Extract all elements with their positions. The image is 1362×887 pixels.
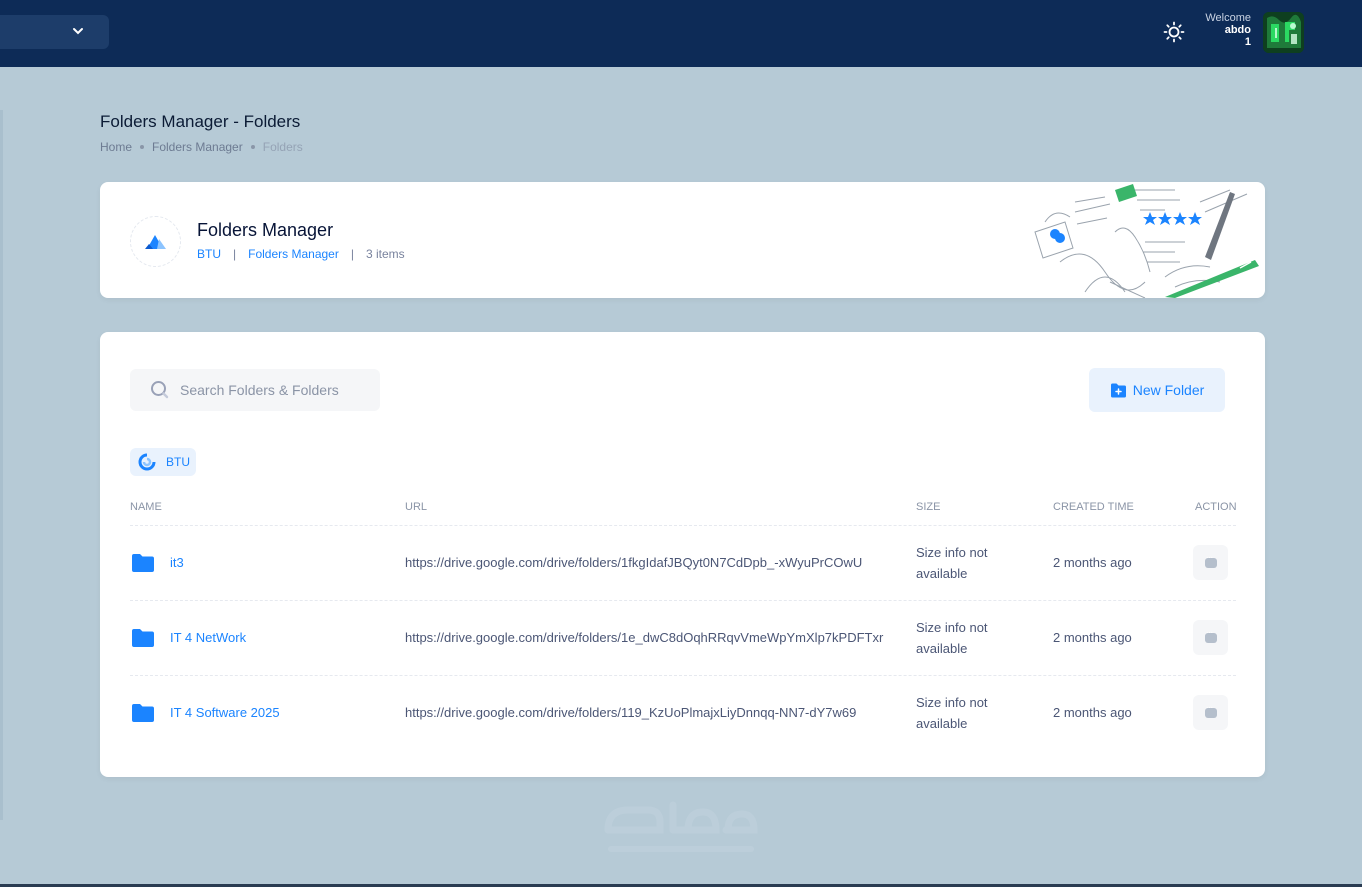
avatar[interactable] [1263,12,1304,53]
folder-size: Size info not available [916,545,988,581]
row-actions-button[interactable] [1193,695,1228,730]
folder-name-link[interactable]: IT 4 Software 2025 [170,705,280,720]
user-suffix: 1 [1244,36,1251,48]
meta-separator: | [350,247,354,261]
col-url[interactable]: URL [405,501,427,513]
hero-title: Folders Manager [197,220,334,240]
folder-icon [132,704,154,722]
watermark-logo [604,801,758,852]
chevron-down-icon [73,28,83,35]
table-row: it3 https://drive.google.com/drive/folde… [130,526,1236,601]
filter-chip-btu[interactable]: BTU [130,448,196,476]
breadcrumb-separator [250,145,255,149]
col-name[interactable]: Name [130,501,162,513]
top-navbar: Welcome abdo 1 [0,0,1362,67]
breadcrumb-folders-manager[interactable]: Folders Manager [152,140,243,154]
row-actions-button[interactable] [1193,545,1228,580]
header-illustration [1034,184,1259,298]
more-icon [1204,552,1217,568]
drive-icon [138,453,156,471]
folder-created-time: 2 months ago [1053,705,1132,720]
breadcrumb-home[interactable]: Home [100,140,132,154]
user-greeting: Welcome abdo 1 [1205,12,1251,48]
hero-meta: BTU | Folders Manager | 3 items [197,247,405,261]
search-icon [151,381,169,399]
hero-link-btu[interactable]: BTU [197,247,221,261]
new-folder-label: New Folder [1132,382,1205,398]
workspace-dropdown[interactable] [0,15,109,49]
folder-name-link[interactable]: it3 [170,555,184,570]
table-row: IT 4 NetWork https://drive.google.com/dr… [130,601,1236,676]
folder-icon [132,554,154,572]
folders-list-card: New Folder BTU Name URL Size Created Tim… [100,332,1265,777]
new-folder-button[interactable]: New Folder [1089,368,1225,412]
table-header: Name URL Size Created Time Action [130,500,1237,526]
hero-link-folders-manager[interactable]: Folders Manager [248,247,339,261]
folder-created-time: 2 months ago [1053,555,1132,570]
sidebar-edge [0,110,3,820]
row-actions-button[interactable] [1193,620,1228,655]
col-created-time[interactable]: Created Time [1053,501,1134,513]
welcome-label: Welcome [1205,12,1251,24]
folder-url: https://drive.google.com/drive/folders/1… [405,555,863,570]
folder-url: https://drive.google.com/drive/folders/1… [405,705,857,720]
chip-label: BTU [166,455,190,469]
folder-size: Size info not available [916,695,988,731]
col-size[interactable]: Size [916,501,940,513]
breadcrumb-current: Folders [262,140,303,154]
more-icon [1204,702,1217,718]
sun-icon[interactable] [1163,21,1185,43]
folder-name-link[interactable]: IT 4 NetWork [170,630,246,645]
page-title: Folders Manager - Folders [100,112,301,131]
search-box [130,369,380,411]
folder-size: Size info not available [916,620,988,656]
search-input[interactable] [180,369,370,411]
folder-created-time: 2 months ago [1053,630,1132,645]
item-count: 3 items [365,247,405,261]
table-row: IT 4 Software 2025 https://drive.google.… [130,676,1236,751]
app-logo [130,216,181,267]
breadcrumb: Home Folders Manager Folders [100,140,303,154]
folders-manager-header-card: Folders Manager BTU | Folders Manager | … [100,182,1265,298]
folder-url: https://drive.google.com/drive/folders/1… [405,630,884,645]
breadcrumb-separator [140,145,145,149]
meta-separator: | [233,247,237,261]
folder-icon [132,629,154,647]
more-icon [1204,627,1217,643]
user-name: abdo [1224,24,1251,36]
col-action: Action [1195,501,1237,513]
folder-plus-icon [1110,383,1126,397]
